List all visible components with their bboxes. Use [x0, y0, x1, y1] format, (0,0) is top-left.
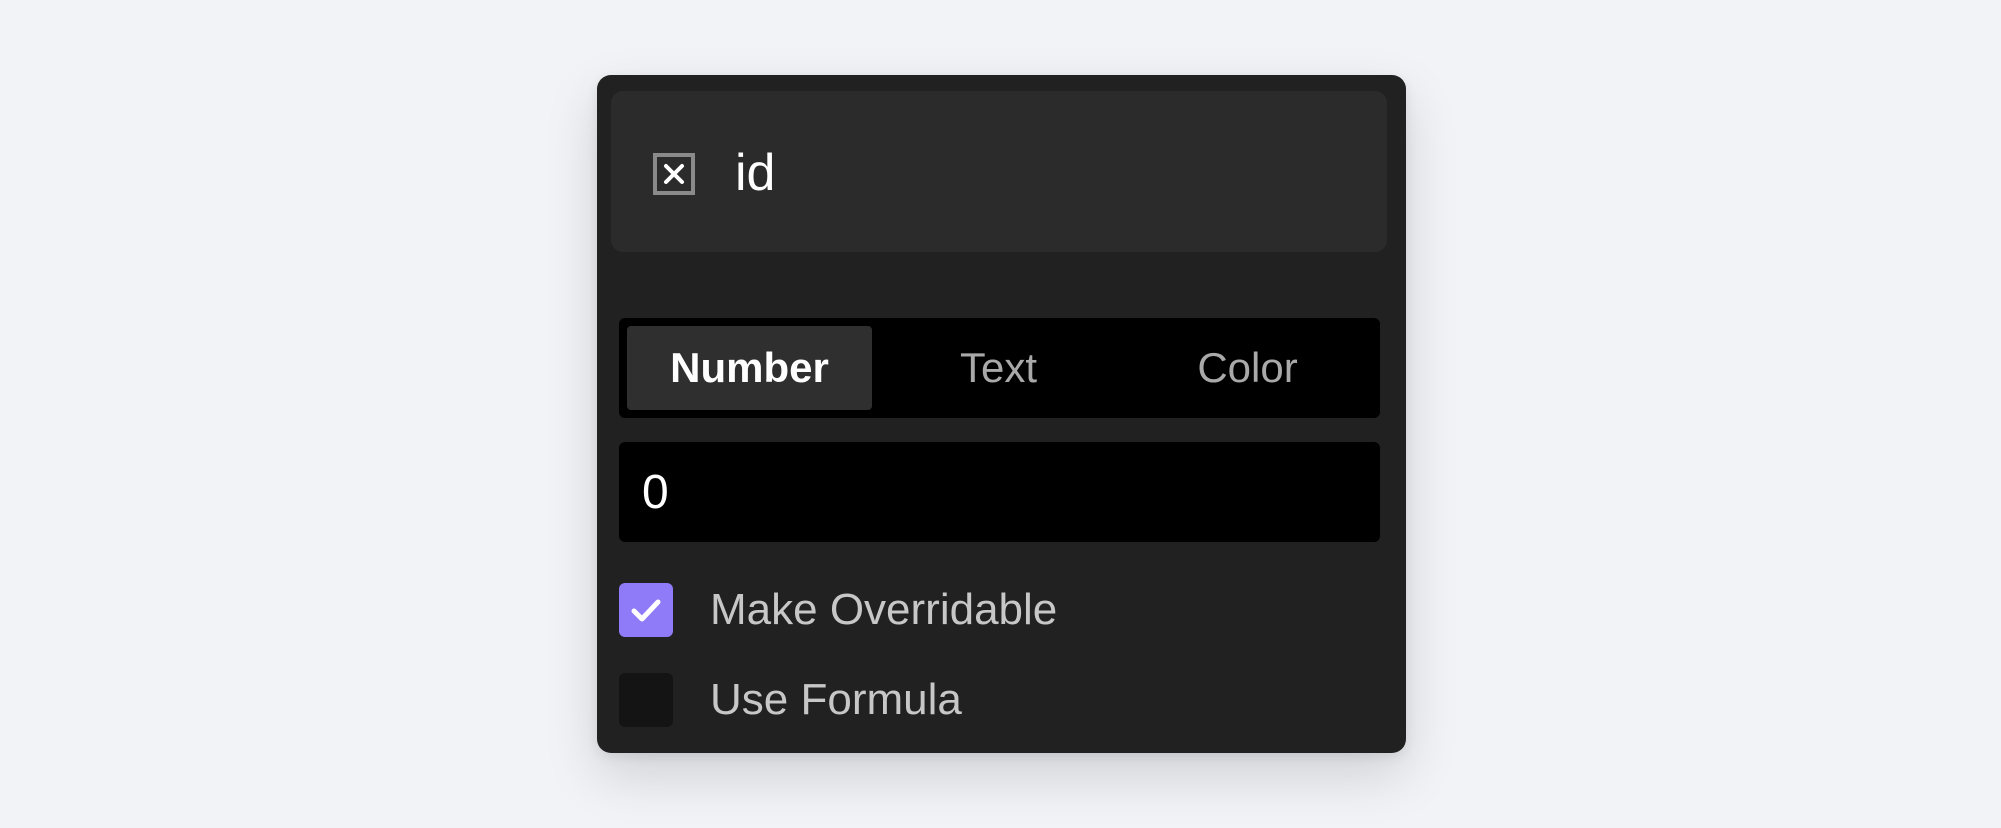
- use-formula-label: Use Formula: [710, 675, 962, 724]
- checkmark-icon: [631, 599, 661, 622]
- type-option-color[interactable]: Color: [1125, 326, 1370, 410]
- variable-settings-panel: id Number Text Color Make Overridable Us…: [597, 75, 1406, 753]
- make-overridable-label: Make Overridable: [710, 585, 1058, 634]
- use-formula-option[interactable]: Use Formula: [619, 673, 962, 727]
- type-option-text[interactable]: Text: [876, 326, 1121, 410]
- type-option-number[interactable]: Number: [627, 326, 872, 410]
- variable-box-icon: [653, 153, 695, 195]
- variable-name[interactable]: id: [735, 143, 775, 203]
- make-overridable-checkbox[interactable]: [619, 583, 673, 637]
- type-segmented-control: Number Text Color: [619, 318, 1380, 418]
- variable-header: id: [611, 91, 1387, 252]
- value-input[interactable]: [619, 442, 1380, 542]
- use-formula-checkbox[interactable]: [619, 673, 673, 727]
- make-overridable-option[interactable]: Make Overridable: [619, 583, 1057, 637]
